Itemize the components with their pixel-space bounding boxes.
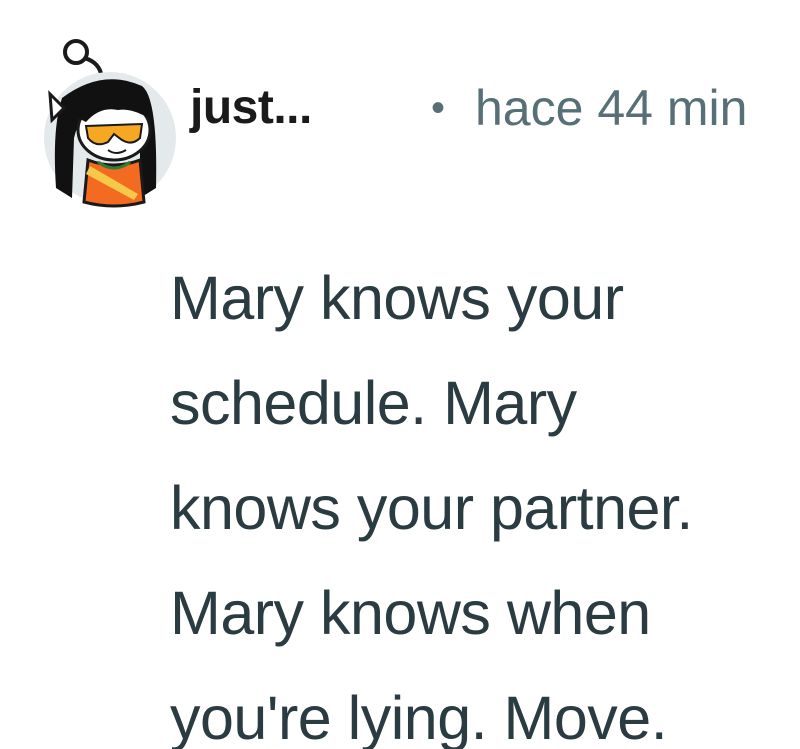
meta-separator: •: [431, 86, 446, 130]
comment-body-line: Mary knows your: [170, 264, 624, 332]
comment-body-line: schedule. Mary: [170, 369, 577, 437]
comment-body: Mary knows your schedule. Mary knows you…: [170, 246, 800, 749]
username[interactable]: just...: [190, 78, 312, 138]
comment: just... • hace 44 min Mary knows your sc…: [0, 0, 800, 749]
comment-body-line: knows your partner.: [170, 474, 693, 542]
comment-body-line: Mary knows when: [170, 579, 651, 647]
user-avatar[interactable]: [22, 38, 194, 208]
comment-body-line: you're lying. Move.: [170, 684, 668, 749]
comment-timestamp[interactable]: hace 44 min: [475, 78, 747, 138]
